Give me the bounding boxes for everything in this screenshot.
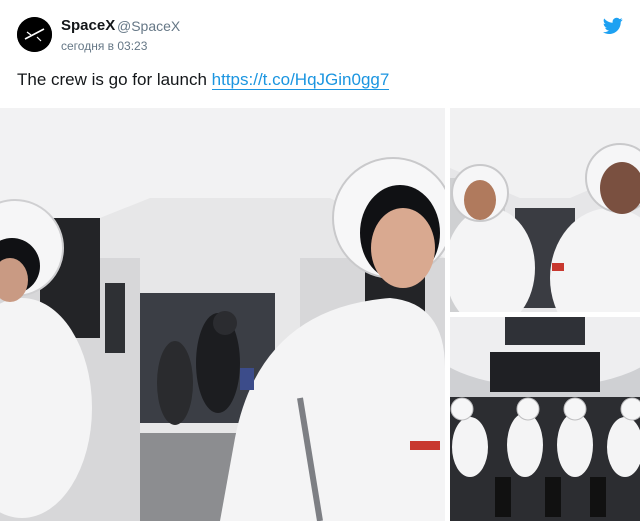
tweet-timestamp[interactable]: сегодня в 03:23 xyxy=(61,39,147,53)
tweet-card: SpaceX @SpaceX сегодня в 03:23 The crew … xyxy=(0,0,640,521)
tweet-body: The crew is go for launch xyxy=(17,70,207,89)
tweet-text: The crew is go for launch https://t.co/H… xyxy=(17,70,390,90)
crew-seated-capsule-photo[interactable] xyxy=(450,317,640,521)
author-handle[interactable]: @SpaceX xyxy=(117,18,180,34)
media-grid xyxy=(0,108,640,521)
crew-helmets-photo[interactable] xyxy=(450,108,640,312)
tweet-link[interactable]: https://t.co/HqJGin0gg7 xyxy=(211,70,390,90)
author-name[interactable]: SpaceX xyxy=(61,17,115,34)
twitter-bird-icon[interactable] xyxy=(603,17,623,35)
spacex-logo-icon xyxy=(17,17,52,52)
spacex-avatar[interactable] xyxy=(17,17,52,52)
crew-walking-photo[interactable] xyxy=(0,108,445,521)
